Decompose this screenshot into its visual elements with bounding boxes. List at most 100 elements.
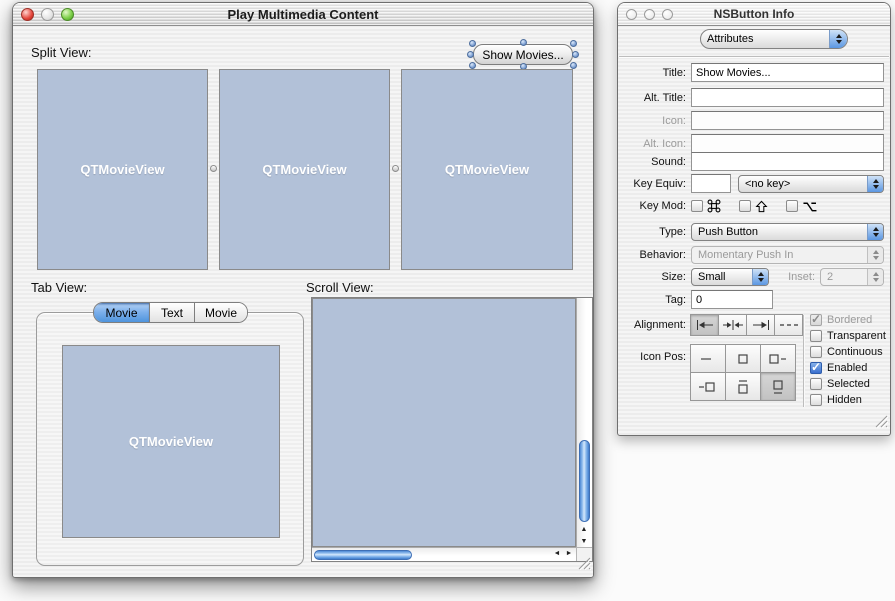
icon-pos-icon-right-button[interactable] [690,372,726,401]
bordered-label: Bordered [827,314,872,326]
transparent-checkbox[interactable]: ✓ [810,330,822,342]
tab-label: Movie [105,306,137,320]
icon-pos-label: Icon Pos: [624,344,691,363]
option-key-icon [802,200,817,213]
movie-view-panel-3[interactable]: QTMovieView [401,69,573,270]
title-field[interactable] [691,63,884,82]
icon-pos-line-only-button[interactable] [690,344,726,373]
popup-stepper-icon [829,30,847,48]
window-title: NSButton Info [618,7,890,21]
alt-title-field[interactable] [691,88,884,107]
scroll-view-label: Scroll View: [306,280,374,295]
movie-view-label: QTMovieView [445,162,529,177]
icon-label: Icon: [624,115,691,127]
key-mod-label: Key Mod: [624,200,691,212]
icon-pos-icon-bottom-button[interactable] [725,372,761,401]
selection-handle[interactable] [570,62,577,69]
continuous-checkbox[interactable]: ✓ [810,346,822,358]
alt-title-label: Alt. Title: [624,92,691,104]
tab-strip: Movie Text Movie [93,302,248,323]
align-left-icon [694,319,716,331]
tag-label: Tag: [624,294,691,306]
split-divider-handle[interactable] [392,165,399,172]
horizontal-scrollbar[interactable]: ◄ ► [312,547,576,561]
scroll-up-arrow[interactable]: ▲ [577,524,591,535]
popup-stepper-icon [867,176,883,192]
selection-handle[interactable] [469,62,476,69]
selection-handle[interactable] [467,51,474,58]
tab-movie-view[interactable]: QTMovieView [62,345,280,538]
tab-movie-2[interactable]: Movie [195,303,247,322]
selection-handle[interactable] [570,40,577,47]
tab-text[interactable]: Text [150,303,195,322]
split-view-label: Split View: [31,45,91,60]
inspector-window: NSButton Info Attributes Title: Alt. Tit… [617,2,891,436]
icon-pos-icon-top-button[interactable] [760,372,796,401]
main-window: Play Multimedia Content Split View: Show… [12,2,594,578]
enabled-checkbox[interactable]: ✓ [810,362,822,374]
icon-field [691,111,884,130]
align-center-icon [722,319,744,331]
align-center-button[interactable] [718,314,747,336]
show-movies-button[interactable]: Show Movies... [473,44,573,65]
movie-view-label: QTMovieView [129,434,213,449]
vertical-scroll-thumb[interactable] [579,440,590,522]
horizontal-scroll-thumb[interactable] [314,550,412,560]
selection-handle[interactable] [469,40,476,47]
resize-grip[interactable] [875,415,888,433]
icon-pos-icon-right-icon [697,378,719,396]
divider [803,315,805,407]
icon-pos-icon-only-button[interactable] [725,344,761,373]
align-natural-button[interactable] [774,314,803,336]
bordered-checkbox: ✓ [810,314,822,326]
main-window-titlebar[interactable]: Play Multimedia Content [13,3,593,26]
option-modifier-checkbox[interactable]: ✓ [786,200,798,212]
key-equiv-field[interactable] [691,174,731,193]
split-divider-handle[interactable] [210,165,217,172]
tag-field[interactable] [691,290,773,309]
tab-label: Movie [205,306,237,320]
key-equiv-popup[interactable]: <no key> [738,175,884,193]
scroll-left-arrow[interactable]: ◄ [551,548,563,560]
scroll-content[interactable] [312,298,576,547]
hidden-checkbox[interactable]: ✓ [810,394,822,406]
movie-view-panel-2[interactable]: QTMovieView [219,69,390,270]
movie-view-panel-1[interactable]: QTMovieView [37,69,208,270]
align-left-button[interactable] [690,314,719,336]
alignment-label: Alignment: [624,319,691,331]
popup-stepper-icon [752,269,768,285]
key-equiv-label: Key Equiv: [624,178,691,190]
separator [619,56,889,58]
selected-checkbox[interactable]: ✓ [810,378,822,390]
pane-popup[interactable]: Attributes [700,29,848,49]
selection-handle[interactable] [520,39,527,46]
type-popup[interactable]: Push Button [691,223,884,241]
inspector-titlebar[interactable]: NSButton Info [618,3,890,26]
behavior-popup: Momentary Push In [691,246,884,264]
sound-field[interactable] [691,152,884,171]
inset-popup: 2 [820,268,884,286]
pane-popup-value: Attributes [701,33,829,45]
scroll-right-arrow[interactable]: ► [563,548,575,560]
enabled-label: Enabled [827,362,867,374]
scroll-view: ▲ ▼ ◄ ► [311,297,593,562]
selection-handle[interactable] [572,51,579,58]
continuous-label: Continuous [827,346,883,358]
vertical-scrollbar[interactable]: ▲ ▼ [576,298,592,547]
command-modifier-checkbox[interactable]: ✓ [691,200,703,212]
shift-key-icon [755,200,768,213]
selected-label: Selected [827,378,870,390]
icon-pos-icon-left-button[interactable] [760,344,796,373]
icon-pos-line-above-square-icon [732,378,754,396]
scroll-down-arrow[interactable]: ▼ [577,536,591,547]
popup-stepper-icon [867,224,883,240]
align-right-button[interactable] [746,314,775,336]
command-key-icon [707,199,721,213]
size-label: Size: [624,271,691,283]
hidden-label: Hidden [827,394,862,406]
tab-movie-1[interactable]: Movie [94,303,150,322]
shift-modifier-checkbox[interactable]: ✓ [739,200,751,212]
resize-grip[interactable] [578,557,591,575]
alt-icon-label: Alt. Icon: [624,138,691,150]
size-popup[interactable]: Small [691,268,769,286]
